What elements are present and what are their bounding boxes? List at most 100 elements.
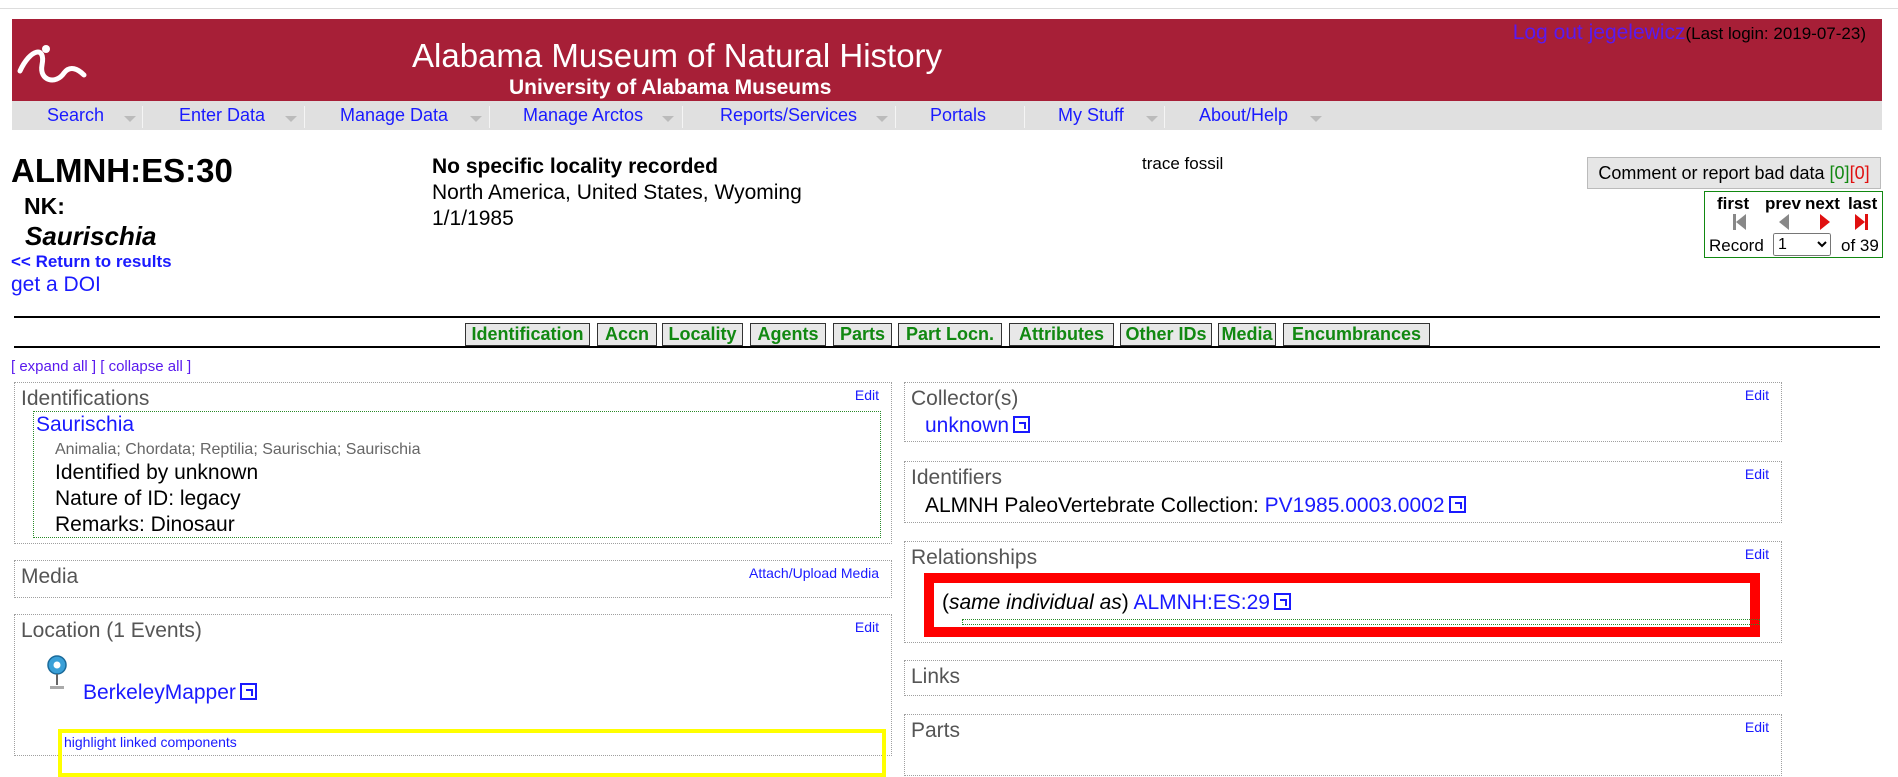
divider-line — [14, 346, 1880, 348]
login-status: Log out jegelewicz(Last login: 2019-07-2… — [1513, 21, 1866, 45]
return-to-results-link[interactable]: << Return to results — [11, 252, 172, 272]
relationship-highlight-box: (same individual as) ALMNH:ES:29 — [924, 573, 1760, 637]
external-link-icon — [1274, 593, 1291, 610]
pager-last-label: last — [1848, 194, 1878, 213]
prev-record-icon[interactable] — [1779, 214, 1789, 230]
tab-other-ids[interactable]: Other IDs — [1120, 323, 1212, 346]
menu-my-stuff[interactable]: My Stuff — [1058, 105, 1124, 126]
get-doi-link[interactable]: get a DOI — [11, 273, 101, 297]
identifications-edit-link[interactable]: Edit — [855, 387, 879, 403]
identified-by-text: Identified by unknown — [55, 461, 259, 484]
header-banner: Alabama Museum of Natural History Univer… — [12, 19, 1882, 101]
identifications-title: Identifications — [21, 387, 150, 410]
menu-portals[interactable]: Portals — [930, 105, 986, 126]
menu-reports-services[interactable]: Reports/Services — [720, 105, 857, 126]
browser-top-strip — [0, 0, 1898, 9]
chevron-down-icon — [285, 116, 297, 122]
collection-date: 1/1/1985 — [432, 207, 514, 230]
relationships-edit-link[interactable]: Edit — [1745, 546, 1769, 562]
chevron-down-icon — [876, 116, 888, 122]
parts-title: Parts — [911, 719, 961, 742]
highlight-linked-box: highlight linked components — [58, 729, 886, 777]
tab-encumbrances[interactable]: Encumbrances — [1283, 323, 1430, 346]
specimen-type: trace fossil — [1142, 154, 1224, 173]
attach-media-link[interactable]: Attach/Upload Media — [749, 565, 879, 581]
tab-part-locn[interactable]: Part Locn. — [898, 323, 1002, 346]
related-record-link[interactable]: ALMNH:ES:29 — [1133, 591, 1291, 614]
tab-parts[interactable]: Parts — [833, 323, 892, 346]
collector-link[interactable]: unknown — [925, 414, 1031, 438]
record-taxon: Saurischia — [25, 221, 157, 251]
collectors-title: Collector(s) — [911, 387, 1019, 410]
identification-box: Saurischia Animalia; Chordata; Reptilia;… — [33, 411, 881, 538]
main-menu: Search Enter Data Manage Data Manage Arc… — [12, 101, 1882, 130]
expand-all-link[interactable]: [ expand all ] — [11, 358, 96, 375]
comment-count: [0] — [1829, 163, 1850, 183]
menu-search[interactable]: Search — [47, 105, 104, 126]
chevron-down-icon — [662, 116, 674, 122]
record-guid: ALMNH:ES:30 — [11, 152, 233, 189]
tab-locality[interactable]: Locality — [662, 323, 743, 346]
identifiers-edit-link[interactable]: Edit — [1745, 466, 1769, 482]
menu-manage-arctos[interactable]: Manage Arctos — [523, 105, 643, 126]
chevron-down-icon — [124, 116, 136, 122]
next-record-icon[interactable] — [1820, 214, 1830, 230]
locality-title: No specific locality recorded — [432, 155, 718, 178]
menu-enter-data[interactable]: Enter Data — [179, 105, 265, 126]
menu-about-help[interactable]: About/Help — [1199, 105, 1288, 126]
identifier-label: ALMNH PaleoVertebrate Collection: — [925, 494, 1265, 517]
menu-divider — [1164, 106, 1165, 128]
tab-accn[interactable]: Accn — [597, 323, 657, 346]
menu-divider — [1024, 106, 1025, 128]
record-label: Record — [1709, 236, 1764, 255]
media-panel: Media Attach/Upload Media — [14, 560, 892, 598]
relationship-detail-box — [962, 619, 1760, 625]
divider-line — [14, 316, 1880, 318]
relationship-type: same individual as — [949, 591, 1122, 614]
pager-next-label: next — [1805, 194, 1840, 213]
tab-agents[interactable]: Agents — [750, 323, 826, 346]
menu-divider — [489, 106, 490, 128]
collectors-edit-link[interactable]: Edit — [1745, 387, 1769, 403]
location-panel: Location (1 Events) Edit BerkeleyMapper … — [14, 614, 892, 777]
logout-link[interactable]: Log out jegelewicz — [1513, 21, 1686, 44]
identifiers-title: Identifiers — [911, 466, 1003, 489]
identifications-panel: Identifications Edit Saurischia Animalia… — [14, 382, 892, 544]
last-login-text: (Last login: 2019-07-23) — [1685, 24, 1866, 43]
record-pager: first prev next last Record 1 of 39 — [1704, 191, 1883, 258]
record-total: of 39 — [1841, 236, 1879, 255]
highlight-linked-link[interactable]: highlight linked components — [64, 734, 237, 750]
bad-data-count: [0] — [1849, 163, 1870, 183]
collapse-all-link[interactable]: [ collapse all ] — [100, 358, 191, 375]
external-link-icon — [1013, 416, 1031, 433]
remarks-text: Remarks: Dinosaur — [55, 513, 235, 536]
location-edit-link[interactable]: Edit — [855, 619, 879, 635]
menu-divider — [895, 106, 896, 128]
tab-attributes[interactable]: Attributes — [1009, 323, 1114, 346]
identification-taxon-link[interactable]: Saurischia — [36, 413, 134, 437]
chevron-down-icon — [470, 116, 482, 122]
tab-media[interactable]: Media — [1218, 323, 1276, 346]
links-title: Links — [911, 665, 961, 688]
media-title: Media — [21, 565, 79, 588]
comment-label: Comment or report bad data — [1598, 163, 1830, 183]
tab-identification[interactable]: Identification — [465, 323, 590, 346]
comment-report-button[interactable]: Comment or report bad data [0][0] — [1587, 157, 1881, 189]
parts-panel: Parts Edit — [904, 714, 1782, 776]
berkeleymapper-link[interactable]: BerkeleyMapper — [83, 681, 257, 705]
external-link-icon — [1448, 496, 1466, 513]
parts-edit-link[interactable]: Edit — [1745, 719, 1769, 735]
higher-geography: North America, United States, Wyoming — [432, 181, 802, 204]
pager-prev-label: prev — [1765, 194, 1801, 213]
expand-collapse-controls: [ expand all ] [ collapse all ] — [11, 358, 191, 375]
links-panel: Links — [904, 660, 1782, 696]
classification-text: Animalia; Chordata; Reptilia; Saurischia… — [55, 441, 421, 458]
snake-logo-icon — [17, 45, 87, 83]
menu-manage-data[interactable]: Manage Data — [340, 105, 448, 126]
identifier-value-link[interactable]: PV1985.0003.0002 — [1265, 494, 1466, 517]
record-select[interactable]: 1 — [1773, 233, 1831, 256]
relationships-title: Relationships — [911, 546, 1038, 569]
menu-divider — [304, 106, 305, 128]
identifiers-panel: Identifiers Edit ALMNH PaleoVertebrate C… — [904, 461, 1782, 523]
collectors-panel: Collector(s) Edit unknown — [904, 382, 1782, 442]
